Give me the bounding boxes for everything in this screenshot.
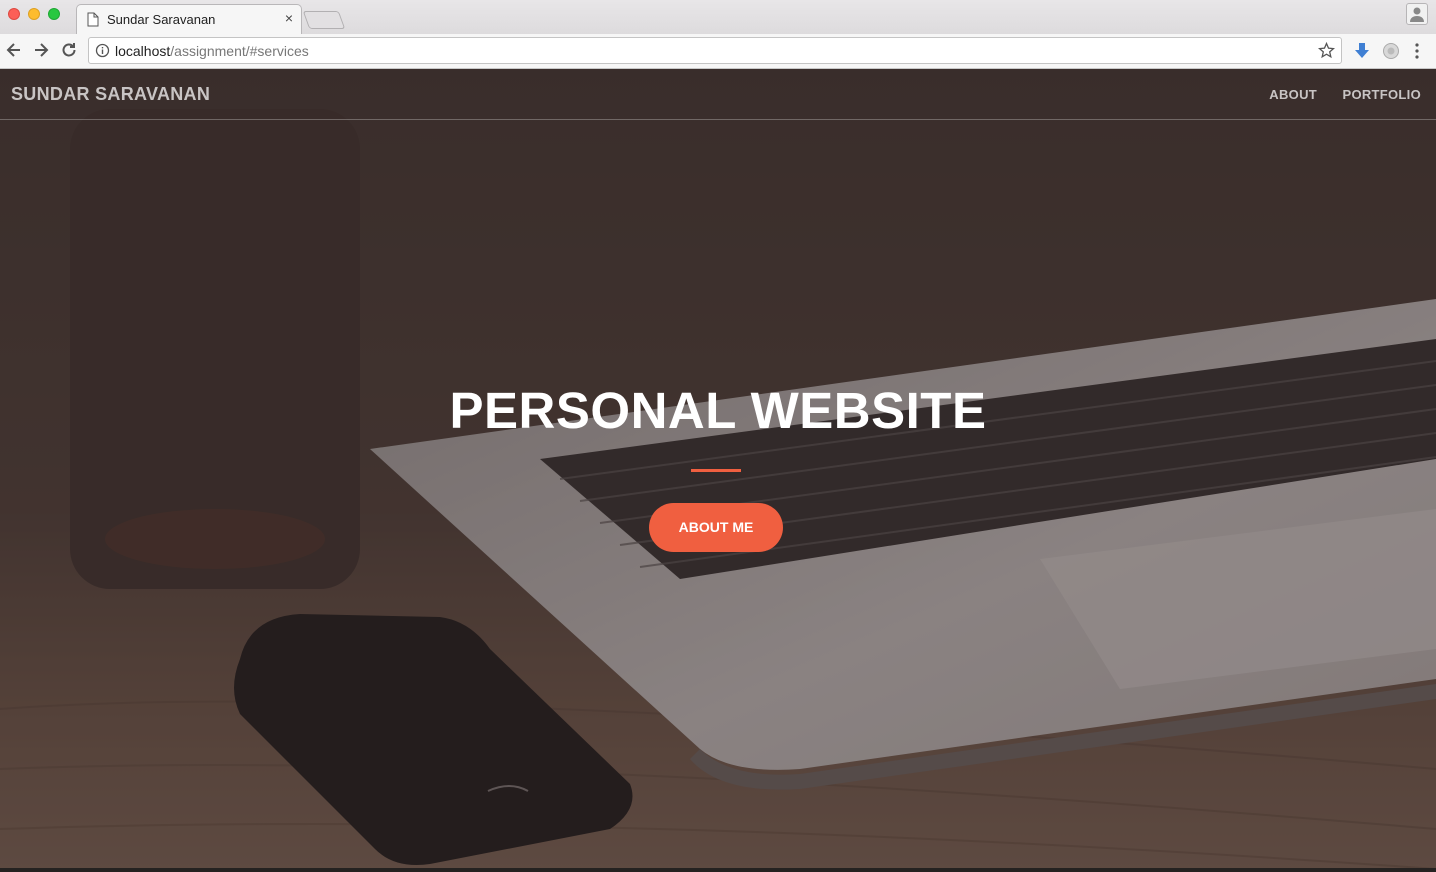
browser-tab[interactable]: Sundar Saravanan × bbox=[76, 4, 302, 34]
info-icon[interactable] bbox=[95, 43, 110, 63]
browser-toolbar: localhost/assignment/#services bbox=[0, 34, 1436, 69]
hero-divider bbox=[691, 469, 741, 472]
menu-icon[interactable] bbox=[1412, 42, 1422, 65]
star-icon[interactable] bbox=[1317, 41, 1336, 64]
page-bottom-edge bbox=[0, 868, 1436, 872]
extension-icon[interactable] bbox=[1382, 42, 1400, 65]
reload-icon[interactable] bbox=[59, 40, 79, 60]
tab-title: Sundar Saravanan bbox=[107, 12, 216, 27]
browser-titlebar: Sundar Saravanan × bbox=[0, 0, 1436, 34]
site-brand-link[interactable]: SUNDAR SARAVANAN bbox=[11, 84, 210, 105]
url-path: /assignment/#services bbox=[170, 43, 309, 59]
forward-icon[interactable] bbox=[31, 40, 51, 60]
url-host: localhost bbox=[115, 43, 171, 59]
page-icon bbox=[87, 12, 99, 32]
maximize-window-button[interactable] bbox=[48, 8, 60, 20]
nav-link-about[interactable]: ABOUT bbox=[1269, 87, 1317, 102]
profile-icon[interactable] bbox=[1406, 3, 1428, 25]
site-navbar: SUNDAR SARAVANAN ABOUT PORTFOLIO bbox=[0, 69, 1436, 120]
nav-link-portfolio[interactable]: PORTFOLIO bbox=[1342, 87, 1421, 102]
minimize-window-button[interactable] bbox=[28, 8, 40, 20]
page-viewport: SUNDAR SARAVANAN ABOUT PORTFOLIO PERSONA… bbox=[0, 69, 1436, 872]
download-extension-icon[interactable] bbox=[1354, 42, 1370, 65]
url-text[interactable]: localhost/assignment/#services bbox=[115, 43, 309, 59]
hero-title: PERSONAL WEBSITE bbox=[449, 382, 987, 439]
tab-close-icon[interactable]: × bbox=[285, 10, 293, 26]
about-me-button[interactable]: ABOUT ME bbox=[649, 503, 783, 552]
close-window-button[interactable] bbox=[8, 8, 20, 20]
new-tab-button[interactable] bbox=[302, 11, 346, 29]
address-bar[interactable]: localhost/assignment/#services bbox=[88, 37, 1342, 64]
back-icon[interactable] bbox=[4, 40, 24, 60]
